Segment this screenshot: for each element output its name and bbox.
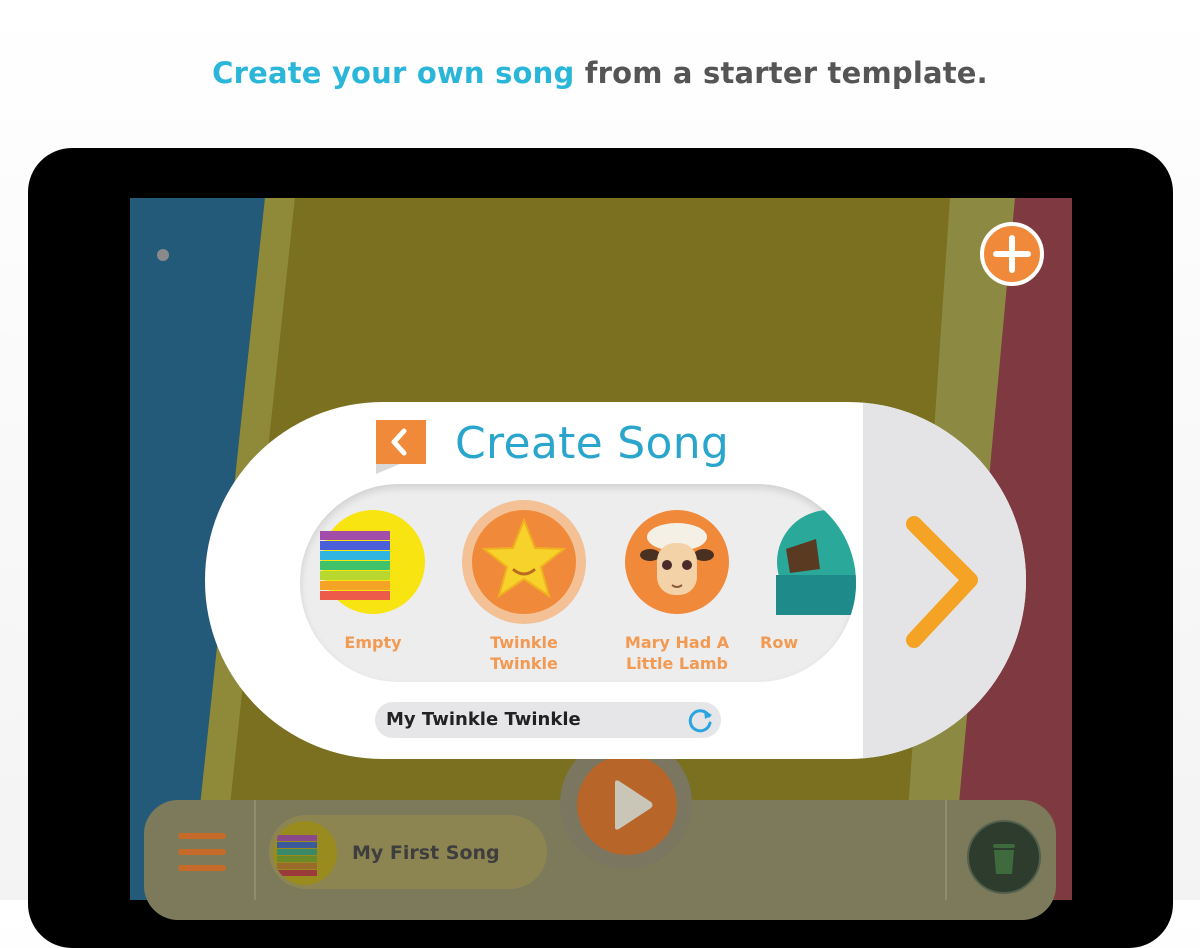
star-icon [462,500,586,624]
rainbow-xylophone-icon [320,510,425,614]
headline: Create your own song from a starter temp… [0,56,1200,90]
template-label: Empty [344,633,402,652]
toolbar-divider [254,800,256,900]
delete-song-button[interactable] [967,820,1041,894]
current-song-title: My First Song [352,842,500,864]
template-label: Row [760,633,799,652]
song-name-value: My Twinkle Twinkle [386,709,581,730]
play-button[interactable] [577,755,677,855]
template-carousel[interactable]: Empty Twinkle Twinkle Mary Had A Little La… [300,484,856,682]
play-icon [615,780,653,830]
chevron-right-icon [906,516,978,648]
back-button[interactable] [374,418,428,474]
hamburger-icon[interactable] [178,833,226,875]
template-label: Mary Had A Little Lamb [624,633,730,673]
dialog-title: Create Song [455,418,730,469]
add-song-button[interactable] [980,222,1044,286]
boat-icon [776,510,856,615]
headline-rest: from a starter template. [574,56,988,90]
camera-dot [157,249,169,261]
trash-icon [993,844,1015,874]
chevron-left-icon [376,420,426,474]
headline-highlight: Create your own song [212,56,575,90]
refresh-name-button[interactable] [685,705,715,735]
next-page-button[interactable] [900,512,992,652]
toolbar-divider [945,800,947,900]
refresh-icon [688,709,712,733]
template-label: Twinkle Twinkle [490,633,558,673]
plus-icon [993,235,1031,273]
rainbow-xylophone-icon [273,821,337,885]
lamb-icon [625,510,729,614]
